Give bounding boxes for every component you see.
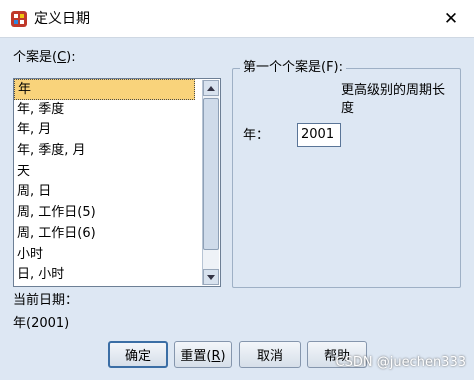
list-item[interactable]: 周, 日 bbox=[14, 182, 201, 203]
list-item[interactable]: 日, 小时 bbox=[14, 265, 201, 286]
cases-label: 个案是(C): bbox=[13, 50, 76, 65]
list-item[interactable]: 年 bbox=[14, 79, 195, 100]
list-item[interactable]: 周, 工作日(5) bbox=[14, 203, 201, 224]
ok-button[interactable]: 确定 bbox=[108, 341, 168, 368]
case-type-list[interactable]: 年年, 季度 年, 月年, 季度, 月天周, 日周, 工作日(5) 周, 工作日(6… bbox=[13, 78, 221, 287]
higher-period-label: 更高级别的周期长度 bbox=[341, 83, 446, 116]
list-item[interactable]: 天 bbox=[14, 162, 201, 183]
list-item[interactable]: 周, 工作日(6) bbox=[14, 224, 201, 245]
list-item[interactable]: 年, 月 bbox=[14, 120, 201, 141]
scroll-up-arrow-icon bbox=[207, 85, 215, 91]
window-title: 定义日期 bbox=[34, 11, 90, 27]
scroll-down-button[interactable] bbox=[203, 269, 219, 285]
list-item[interactable]: 小时 bbox=[14, 245, 201, 266]
year-label: 年： bbox=[243, 128, 270, 143]
list-scrollbar[interactable] bbox=[202, 80, 219, 285]
case-type-list-items: 年年, 季度 年, 月年, 季度, 月天周, 日周, 工作日(5) 周, 工作日(6… bbox=[14, 79, 201, 286]
reset-button[interactable]: 重置(R) bbox=[174, 341, 232, 368]
close-icon: ✕ bbox=[443, 8, 459, 29]
first-case-legend: 第一个个案是(F): bbox=[240, 60, 347, 76]
scroll-up-button[interactable] bbox=[203, 80, 219, 96]
current-date-value: 年(2001) bbox=[13, 316, 70, 331]
list-item[interactable]: 年, 季度, 月 bbox=[14, 141, 201, 162]
cancel-button[interactable]: 取消 bbox=[239, 341, 301, 368]
watermark: CSDN @juechen333 bbox=[335, 355, 466, 370]
current-date-label: 当前日期： bbox=[13, 293, 79, 308]
title-bar: 定义日期 ✕ bbox=[0, 0, 474, 38]
list-item[interactable]: 年, 季度 bbox=[14, 100, 201, 121]
scroll-thumb[interactable] bbox=[203, 98, 219, 250]
scroll-down-arrow-icon bbox=[207, 274, 215, 280]
spss-app-icon bbox=[10, 10, 28, 28]
close-button[interactable]: ✕ bbox=[428, 0, 474, 37]
year-input[interactable]: 2001 bbox=[297, 123, 341, 147]
